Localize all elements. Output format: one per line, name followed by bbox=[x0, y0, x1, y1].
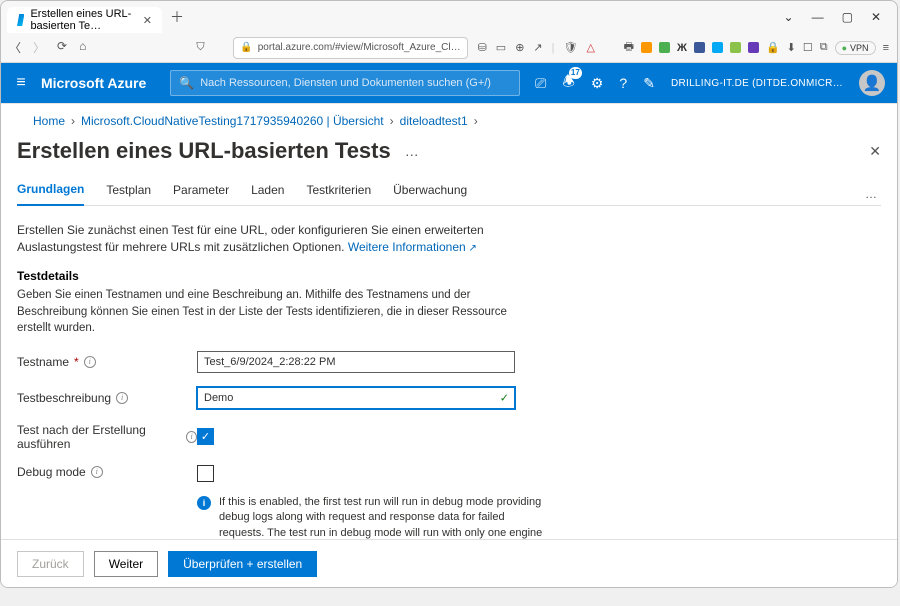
ext-icon-6[interactable] bbox=[730, 42, 741, 53]
ext-download-icon[interactable]: ⬇ bbox=[787, 41, 796, 54]
hamburger-icon[interactable]: ≡ bbox=[1, 74, 41, 92]
maximize-icon[interactable]: ▢ bbox=[842, 10, 853, 24]
help-icon[interactable]: ? bbox=[619, 75, 627, 91]
ext-clip-icon[interactable]: ☐ bbox=[803, 41, 813, 54]
ext-lock-icon[interactable]: 🔒 bbox=[766, 41, 780, 54]
section-title: Testdetails bbox=[17, 269, 881, 283]
tab-grundlagen[interactable]: Grundlagen bbox=[17, 182, 84, 206]
shield-icon[interactable]: ⛉ bbox=[196, 41, 204, 54]
brand[interactable]: Microsoft Azure bbox=[41, 75, 170, 91]
zoom-icon[interactable]: ⊕ bbox=[515, 41, 524, 54]
minimize-icon[interactable]: ― bbox=[812, 10, 824, 24]
browser-toolbar: 〈 〉 ⟳ ⌂ ⛉ 🔒 portal.azure.com/#view/Micro… bbox=[1, 33, 897, 63]
share-icon[interactable]: ↗ bbox=[533, 41, 542, 54]
debug-checkbox[interactable] bbox=[197, 465, 214, 482]
main-surface: Home › Microsoft.CloudNativeTesting17179… bbox=[1, 103, 897, 587]
ext-icon-4[interactable] bbox=[694, 42, 705, 53]
tab-laden[interactable]: Laden bbox=[251, 183, 284, 205]
ext-icon-7[interactable] bbox=[748, 42, 759, 53]
section-description: Geben Sie einen Testnamen und eine Besch… bbox=[17, 287, 537, 337]
avatar[interactable]: 👤 bbox=[859, 70, 885, 96]
review-create-button[interactable]: Überprüfen + erstellen bbox=[168, 551, 317, 577]
warning-icon[interactable]: △ bbox=[586, 41, 594, 54]
tab-testplan[interactable]: Testplan bbox=[106, 183, 151, 205]
crumb-leaf[interactable]: diteloadtest1 bbox=[400, 114, 468, 128]
ext-print-icon[interactable]: 🖶 bbox=[624, 38, 634, 57]
back-button: Zurück bbox=[17, 551, 84, 577]
browser-titlebar: Erstellen eines URL-basierten Te… ✕ ＋ ⌄ … bbox=[1, 1, 897, 33]
ext-icon-1[interactable] bbox=[641, 42, 652, 53]
book-icon[interactable]: ▭ bbox=[496, 41, 506, 54]
search-icon: 🔍 bbox=[179, 76, 194, 90]
wizard-footer: Zurück Weiter Überprüfen + erstellen bbox=[1, 539, 897, 587]
runafter-checkbox[interactable]: ✓ bbox=[197, 428, 214, 445]
notif-badge: 17 bbox=[569, 67, 582, 79]
info-icon[interactable]: i bbox=[91, 466, 103, 478]
info-icon[interactable]: i bbox=[186, 431, 197, 443]
lock-icon: 🔒 bbox=[240, 42, 252, 53]
tenant-label[interactable]: DRILLING-IT.DE (DITDE.ONMICR… bbox=[671, 78, 843, 89]
new-tab-button[interactable]: ＋ bbox=[170, 7, 184, 27]
feedback-icon[interactable]: ✎ bbox=[643, 75, 655, 92]
ext-icon-3[interactable]: Ж bbox=[677, 42, 687, 54]
back-icon[interactable]: 〈 bbox=[9, 39, 21, 56]
crumb-resource[interactable]: Microsoft.CloudNativeTesting171793594026… bbox=[81, 114, 384, 128]
azure-header: ≡ Microsoft Azure 🔍 Nach Ressourcen, Die… bbox=[1, 63, 897, 103]
learn-more-link[interactable]: Weitere Informationen bbox=[348, 240, 477, 254]
tab-testkriterien[interactable]: Testkriterien bbox=[306, 183, 371, 205]
crumb-home[interactable]: Home bbox=[33, 114, 65, 128]
info-icon[interactable]: i bbox=[116, 392, 128, 404]
testname-input[interactable] bbox=[197, 351, 515, 373]
ext-icon-5[interactable] bbox=[712, 42, 723, 53]
vertical-bar: | bbox=[552, 42, 555, 54]
label-testdesc: Testbeschreibung i bbox=[17, 391, 197, 405]
browser-tab-title: Erstellen eines URL-basierten Te… bbox=[30, 8, 136, 32]
tab-bar: Grundlagen Testplan Parameter Laden Test… bbox=[17, 182, 881, 206]
info-solid-icon: i bbox=[197, 496, 211, 510]
url-text: portal.azure.com/#view/Microsoft_Azure_C… bbox=[258, 42, 461, 53]
tab-parameter[interactable]: Parameter bbox=[173, 183, 229, 205]
close-window-icon[interactable]: ✕ bbox=[871, 10, 881, 24]
search-placeholder: Nach Ressourcen, Diensten und Dokumenten… bbox=[200, 77, 491, 89]
url-bar[interactable]: 🔒 portal.azure.com/#view/Microsoft_Azure… bbox=[233, 37, 467, 59]
notifications-icon[interactable]: 🕭17 bbox=[562, 71, 575, 95]
settings-gear-icon[interactable]: ⚙ bbox=[591, 75, 604, 92]
info-icon[interactable]: i bbox=[84, 356, 96, 368]
label-runafter: Test nach der Erstellung ausführen i bbox=[17, 423, 197, 451]
browser-tab[interactable]: Erstellen eines URL-basierten Te… ✕ bbox=[7, 7, 162, 33]
vpn-pill[interactable]: ●VPN bbox=[835, 41, 876, 55]
home-icon[interactable]: ⌂ bbox=[79, 39, 86, 56]
refresh-icon[interactable]: ⟳ bbox=[57, 39, 67, 56]
browser-menu-icon[interactable]: ≡ bbox=[883, 42, 889, 54]
close-icon[interactable]: ✕ bbox=[143, 14, 152, 27]
tab-ueberwachung[interactable]: Überwachung bbox=[393, 183, 467, 205]
db-icon[interactable]: ⛁ bbox=[478, 41, 487, 54]
testdesc-input[interactable] bbox=[197, 387, 515, 409]
window-controls: ⌄ ― ▢ ✕ bbox=[784, 10, 891, 24]
global-search[interactable]: 🔍 Nach Ressourcen, Diensten und Dokument… bbox=[170, 70, 520, 96]
forward-icon[interactable]: 〉 bbox=[33, 39, 45, 56]
intro-text: Erstellen Sie zunächst einen Test für ei… bbox=[17, 222, 537, 257]
next-button[interactable]: Weiter bbox=[94, 551, 158, 577]
ext-icon-2[interactable] bbox=[659, 42, 670, 53]
tab-overflow-icon[interactable]: … bbox=[865, 187, 881, 201]
label-testname: Testname* i bbox=[17, 355, 197, 369]
close-blade-icon[interactable]: ✕ bbox=[869, 143, 881, 160]
breadcrumb: Home › Microsoft.CloudNativeTesting17179… bbox=[17, 104, 881, 128]
page-title: Erstellen eines URL-basierten Tests bbox=[17, 138, 391, 164]
ext-ext-icon[interactable]: ⧉ bbox=[820, 41, 828, 54]
chevron-down-icon[interactable]: ⌄ bbox=[784, 10, 794, 24]
label-debug: Debug mode i bbox=[17, 465, 197, 479]
shield2-icon[interactable]: 🛡 bbox=[564, 41, 578, 54]
more-menu-icon[interactable]: … bbox=[405, 143, 419, 159]
cloud-shell-icon[interactable]: ⎚ bbox=[535, 75, 546, 92]
azure-favicon-icon bbox=[17, 14, 24, 26]
